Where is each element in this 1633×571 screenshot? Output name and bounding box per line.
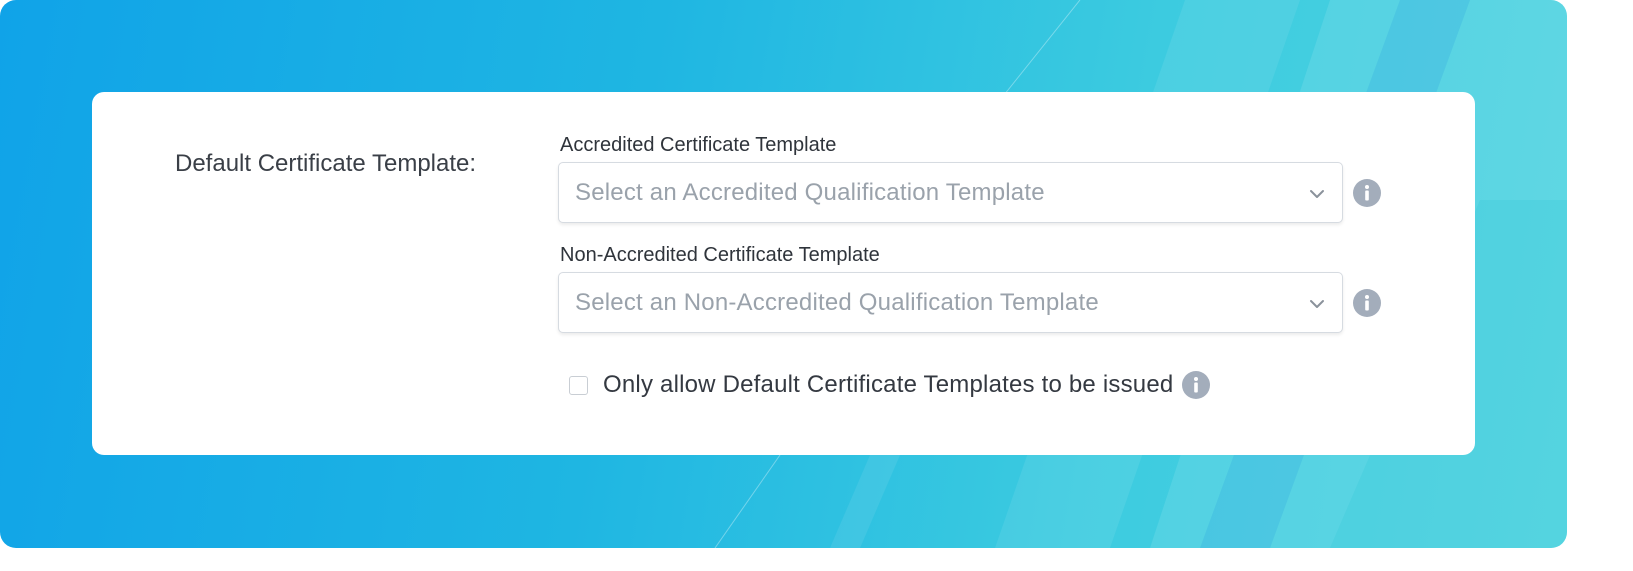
info-icon[interactable] (1353, 179, 1381, 207)
non-accredited-template-label: Non-Accredited Certificate Template (560, 244, 880, 266)
settings-card: Default Certificate Template: Accredited… (92, 92, 1475, 455)
only-default-templates-label[interactable]: Only allow Default Certificate Templates… (603, 371, 1173, 399)
chevron-down-icon (1310, 190, 1324, 198)
accredited-template-placeholder: Select an Accredited Qualification Templ… (575, 179, 1045, 206)
non-accredited-template-placeholder: Select an Non-Accredited Qualification T… (575, 289, 1099, 316)
chevron-down-icon (1310, 300, 1324, 308)
only-default-templates-checkbox[interactable] (569, 375, 588, 395)
accredited-template-label: Accredited Certificate Template (560, 134, 837, 156)
info-icon[interactable] (1182, 371, 1211, 399)
accredited-template-select[interactable]: Select an Accredited Qualification Templ… (558, 162, 1343, 223)
info-icon[interactable] (1353, 289, 1381, 317)
only-default-templates-row: Only allow Default Certificate Templates… (569, 369, 1211, 401)
default-certificate-template-label: Default Certificate Template: (175, 150, 477, 177)
non-accredited-template-select[interactable]: Select an Non-Accredited Qualification T… (558, 272, 1343, 333)
